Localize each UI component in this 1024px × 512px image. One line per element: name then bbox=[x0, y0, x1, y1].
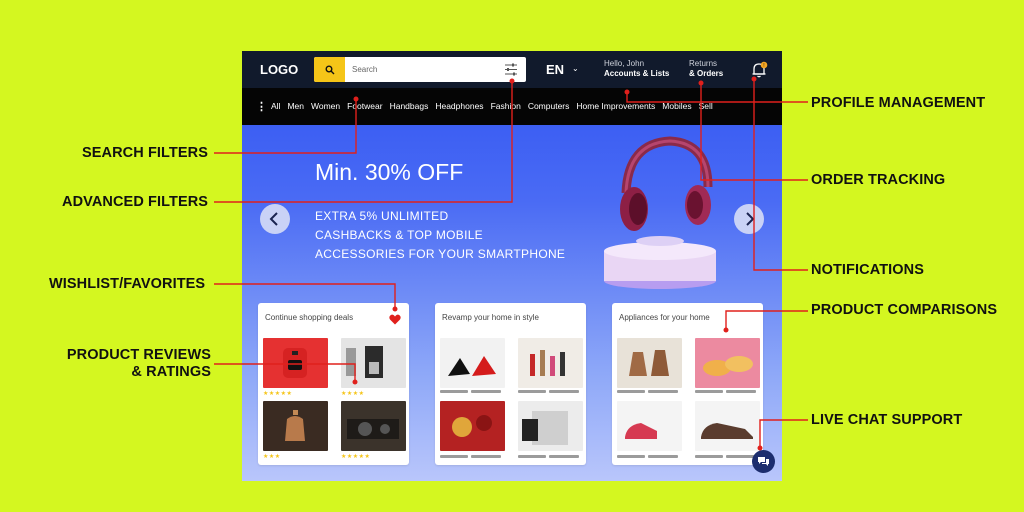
nav-item-women[interactable]: Women bbox=[311, 101, 340, 111]
product-image-brown-shoes[interactable] bbox=[695, 401, 760, 451]
placeholder-bar bbox=[617, 390, 645, 393]
placeholder-bar bbox=[549, 455, 579, 458]
hero-line: ACCESSORIES FOR YOUR SMARTPHONE bbox=[315, 247, 566, 261]
callout-order-tracking: ORDER TRACKING bbox=[811, 172, 946, 188]
account-greeting: Hello, John bbox=[604, 59, 645, 68]
product-card-shopping-deals[interactable]: Continue shopping deals ★★★★★ ★★★★ ★★★ ★… bbox=[258, 303, 409, 465]
callout-profile-management: PROFILE MANAGEMENT bbox=[811, 95, 986, 111]
placeholder-bar bbox=[726, 390, 756, 393]
headphones-product-image bbox=[604, 136, 716, 289]
carousel-next-button[interactable] bbox=[734, 204, 764, 234]
category-nav: ⋮ All Men Women Footwear Handbags Headph… bbox=[242, 88, 782, 125]
language-selector[interactable]: EN bbox=[546, 62, 564, 77]
heart-icon[interactable] bbox=[389, 314, 401, 325]
returns-orders-menu[interactable]: Returns & Orders bbox=[689, 59, 723, 79]
account-label: Accounts & Lists bbox=[604, 69, 670, 78]
callout-product-reviews: PRODUCT REVIEWS & RATINGS bbox=[62, 347, 211, 381]
placeholder-bar bbox=[518, 455, 546, 458]
product-image-red-sneakers[interactable] bbox=[617, 401, 682, 451]
callout-live-chat: LIVE CHAT SUPPORT bbox=[811, 412, 963, 428]
product-image-dishwasher[interactable] bbox=[518, 401, 583, 451]
nav-item-sell[interactable]: Sell bbox=[699, 101, 713, 111]
rating-stars: ★★★★★ bbox=[263, 391, 293, 397]
nav-item-handbags[interactable]: Handbags bbox=[390, 101, 429, 111]
placeholder-bar bbox=[471, 455, 501, 458]
nav-item-fashion[interactable]: Fashion bbox=[491, 101, 521, 111]
product-image-heels[interactable] bbox=[440, 338, 505, 388]
placeholder-bar bbox=[648, 390, 678, 393]
chevron-left-icon bbox=[269, 212, 278, 226]
chevron-down-icon[interactable]: ⌄ bbox=[572, 64, 579, 73]
search-bar bbox=[314, 57, 526, 82]
logo[interactable]: LOGO bbox=[260, 62, 298, 77]
orders-label: & Orders bbox=[689, 69, 724, 78]
callout-product-comparisons: PRODUCT COMPARISONS bbox=[811, 302, 998, 318]
app-mockup: LOGO EN ⌄ Hello, John Accounts & Lis bbox=[242, 51, 782, 481]
product-image-boots[interactable] bbox=[617, 338, 682, 388]
product-image-cosmetics[interactable] bbox=[518, 338, 583, 388]
chevron-right-icon bbox=[746, 212, 755, 226]
chat-icon bbox=[758, 457, 769, 466]
product-image-sneakers-pink[interactable] bbox=[695, 338, 760, 388]
product-image-ornaments[interactable] bbox=[440, 401, 505, 451]
card-title: Continue shopping deals bbox=[265, 313, 354, 322]
product-card-appliances[interactable]: Appliances for your home bbox=[612, 303, 763, 465]
account-menu[interactable]: Hello, John Accounts & Lists bbox=[604, 59, 669, 79]
nav-item-mobiles[interactable]: Mobiles bbox=[662, 101, 691, 111]
nav-item-men[interactable]: Men bbox=[287, 101, 304, 111]
callout-wishlist: WISHLIST/FAVORITES bbox=[49, 276, 206, 292]
nav-item-all[interactable]: All bbox=[271, 101, 280, 111]
placeholder-bar bbox=[471, 390, 501, 393]
nav-item-footwear[interactable]: Footwear bbox=[347, 101, 382, 111]
placeholder-bar bbox=[617, 455, 645, 458]
placeholder-bar bbox=[440, 455, 468, 458]
callout-reviews-line2: & RATINGS bbox=[131, 364, 211, 380]
svg-text:!: ! bbox=[763, 63, 764, 69]
placeholder-bar bbox=[695, 455, 723, 458]
nav-item-headphones[interactable]: Headphones bbox=[435, 101, 483, 111]
live-chat-button[interactable] bbox=[752, 450, 775, 473]
search-button[interactable] bbox=[314, 57, 345, 82]
callout-advanced-filters: ADVANCED FILTERS bbox=[62, 194, 209, 210]
product-image-air-fryer[interactable] bbox=[263, 338, 328, 388]
product-card-home-style[interactable]: Revamp your home in style bbox=[435, 303, 586, 465]
rating-stars: ★★★ bbox=[263, 454, 281, 460]
menu-icon[interactable]: ⋮ bbox=[256, 100, 267, 113]
search-icon bbox=[325, 65, 334, 74]
nav-item-computers[interactable]: Computers bbox=[528, 101, 570, 111]
card-title: Appliances for your home bbox=[619, 313, 710, 322]
placeholder-bar bbox=[518, 390, 546, 393]
hero-line: CASHBACKS & TOP MOBILE bbox=[315, 228, 483, 242]
carousel-prev-button[interactable] bbox=[260, 204, 290, 234]
top-header: LOGO EN ⌄ Hello, John Accounts & Lis bbox=[242, 51, 782, 88]
filter-icon[interactable] bbox=[504, 63, 518, 76]
card-title: Revamp your home in style bbox=[442, 313, 539, 322]
hero-line: EXTRA 5% UNLIMITED bbox=[315, 209, 449, 223]
callout-search-filters: SEARCH FILTERS bbox=[82, 145, 208, 161]
placeholder-bar bbox=[695, 390, 723, 393]
placeholder-bar bbox=[440, 390, 468, 393]
placeholder-bar bbox=[549, 390, 579, 393]
rating-stars: ★★★★★ bbox=[341, 454, 371, 460]
product-image-stove[interactable] bbox=[341, 401, 406, 451]
hero-title: Min. 30% OFF bbox=[315, 159, 464, 185]
bell-icon[interactable]: ! bbox=[750, 61, 768, 79]
product-image-kettle[interactable] bbox=[263, 401, 328, 451]
product-image-coffee-maker[interactable] bbox=[341, 338, 406, 388]
rating-stars: ★★★★ bbox=[341, 391, 365, 397]
returns-label: Returns bbox=[689, 59, 718, 68]
nav-item-home-improvements[interactable]: Home Improvements bbox=[576, 101, 655, 111]
placeholder-bar bbox=[648, 455, 678, 458]
callout-notifications: NOTIFICATIONS bbox=[811, 262, 924, 278]
search-input[interactable] bbox=[352, 57, 492, 82]
callout-reviews-line1: PRODUCT REVIEWS bbox=[66, 347, 211, 363]
